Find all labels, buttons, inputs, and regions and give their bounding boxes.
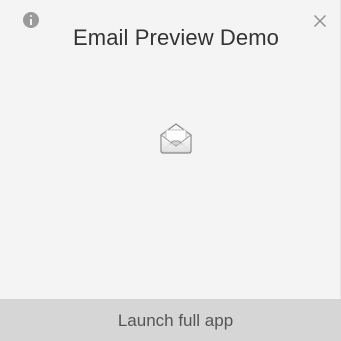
envelope-icon [158,119,194,155]
widget-title: Email Preview Demo [73,25,279,50]
launch-full-app-button[interactable]: Launch full app [0,299,341,341]
widget-card: Email Preview Demo Launch full app [0,0,341,341]
launch-full-app-label: Launch full app [117,311,234,330]
